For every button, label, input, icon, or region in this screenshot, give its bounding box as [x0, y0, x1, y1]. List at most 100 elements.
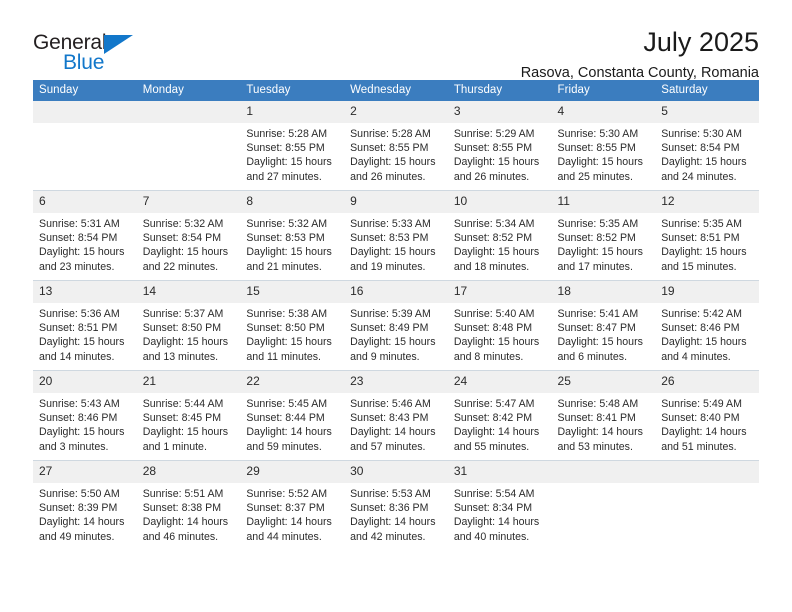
- calendar-day-cell[interactable]: 16 Sunrise: 5:39 AM Sunset: 8:49 PM Dayligh…: [344, 280, 448, 371]
- calendar-day-cell[interactable]: 26 Sunrise: 5:49 AM Sunset: 8:40 PM Dayligh…: [655, 370, 759, 461]
- calendar-day-cell[interactable]: 6 Sunrise: 5:31 AM Sunset: 8:54 PM Daylight…: [33, 190, 137, 281]
- calendar-week-row: 13 Sunrise: 5:36 AM Sunset: 8:51 PM Dayligh…: [33, 280, 759, 371]
- day-number: 11: [551, 191, 656, 213]
- daylight-text-line1: Daylight: 14 hours: [453, 516, 540, 529]
- day-number: 1: [240, 101, 345, 123]
- calendar-day-cell[interactable]: 10 Sunrise: 5:34 AM Sunset: 8:52 PM Dayligh…: [447, 190, 552, 281]
- day-number: 20: [33, 371, 137, 393]
- day-number: 15: [240, 281, 345, 303]
- daylight-text-line1: Daylight: 15 hours: [246, 156, 332, 169]
- logo-text-blue: Blue: [63, 51, 105, 74]
- sunrise-text: Sunrise: 5:50 AM: [39, 488, 120, 500]
- calendar-day-cell[interactable]: 8 Sunrise: 5:32 AM Sunset: 8:53 PM Daylight…: [240, 190, 345, 281]
- calendar-day-cell[interactable]: 31 Sunrise: 5:54 AM Sunset: 8:34 PM Dayligh…: [447, 460, 552, 550]
- daylight-text-line1: Daylight: 14 hours: [350, 426, 436, 439]
- calendar-day-cell-empty: [655, 460, 759, 550]
- calendar-day-cell[interactable]: 3 Sunrise: 5:29 AM Sunset: 8:55 PM Daylight…: [447, 101, 552, 191]
- calendar-day-cell[interactable]: 1 Sunrise: 5:28 AM Sunset: 8:55 PM Daylight…: [240, 101, 345, 191]
- calendar-day-cell[interactable]: 21 Sunrise: 5:44 AM Sunset: 8:45 PM Dayligh…: [136, 370, 241, 461]
- daylight-text-line1: Daylight: 15 hours: [350, 246, 436, 259]
- daylight-text-line2: and 23 minutes.: [39, 260, 115, 273]
- sunrise-text: Sunrise: 5:49 AM: [661, 398, 742, 410]
- daylight-text-line1: Daylight: 15 hours: [557, 246, 643, 259]
- calendar-day-cell[interactable]: 14 Sunrise: 5:37 AM Sunset: 8:50 PM Dayligh…: [136, 280, 241, 371]
- page-title: July 2025: [643, 27, 759, 57]
- day-number: [136, 101, 241, 123]
- day-sun-info: Sunrise: 5:29 AM Sunset: 8:55 PM Daylight:…: [448, 123, 552, 184]
- day-number: 22: [240, 371, 345, 393]
- sunset-text: Sunset: 8:52 PM: [557, 232, 636, 245]
- sunrise-text: Sunrise: 5:36 AM: [39, 308, 120, 320]
- sunset-text: Sunset: 8:55 PM: [453, 142, 533, 155]
- day-sun-info: Sunrise: 5:46 AM Sunset: 8:43 PM Daylight:…: [344, 393, 448, 454]
- generalblue-logo[interactable]: General Blue: [33, 28, 153, 74]
- sunrise-text: Sunrise: 5:28 AM: [350, 128, 431, 140]
- day-number: 6: [33, 191, 137, 213]
- weekday-header-friday: Friday: [551, 80, 656, 101]
- day-number: 21: [136, 371, 241, 393]
- sunrise-text: Sunrise: 5:52 AM: [246, 488, 328, 500]
- weekday-header-sunday: Sunday: [33, 80, 137, 101]
- calendar-day-cell[interactable]: 5 Sunrise: 5:30 AM Sunset: 8:54 PM Daylight…: [655, 101, 759, 191]
- daylight-text-line2: and 22 minutes.: [142, 260, 219, 273]
- calendar-day-cell[interactable]: 22 Sunrise: 5:45 AM Sunset: 8:44 PM Dayligh…: [240, 370, 345, 461]
- daylight-text-line1: Daylight: 14 hours: [350, 516, 436, 529]
- daylight-text-line2: and 14 minutes.: [39, 350, 115, 363]
- calendar-day-cell-empty: [33, 101, 137, 191]
- calendar-day-cell[interactable]: 12 Sunrise: 5:35 AM Sunset: 8:51 PM Dayligh…: [655, 190, 759, 281]
- sunrise-text: Sunrise: 5:33 AM: [350, 218, 431, 230]
- day-number: 25: [551, 371, 656, 393]
- daylight-text-line1: Daylight: 15 hours: [661, 246, 747, 259]
- calendar-day-cell[interactable]: 4 Sunrise: 5:30 AM Sunset: 8:55 PM Daylight…: [551, 101, 656, 191]
- calendar-day-cell[interactable]: 29 Sunrise: 5:52 AM Sunset: 8:37 PM Dayligh…: [240, 460, 345, 550]
- calendar-page: General Blue July 2025 Rasova, Constanta…: [0, 0, 792, 612]
- calendar-day-cell[interactable]: 18 Sunrise: 5:41 AM Sunset: 8:47 PM Dayligh…: [551, 280, 656, 371]
- page-subtitle: Rasova, Constanta County, Romania: [520, 65, 759, 82]
- calendar-day-cell[interactable]: 19 Sunrise: 5:42 AM Sunset: 8:46 PM Dayligh…: [655, 280, 759, 371]
- day-number: 30: [344, 461, 448, 483]
- calendar-day-cell[interactable]: 28 Sunrise: 5:51 AM Sunset: 8:38 PM Dayligh…: [136, 460, 241, 550]
- calendar-day-cell[interactable]: 17 Sunrise: 5:40 AM Sunset: 8:48 PM Dayligh…: [447, 280, 552, 371]
- calendar-day-cell[interactable]: 20 Sunrise: 5:43 AM Sunset: 8:46 PM Dayligh…: [33, 370, 137, 461]
- sunset-text: Sunset: 8:51 PM: [39, 322, 118, 335]
- calendar-week-row: 6 Sunrise: 5:31 AM Sunset: 8:54 PM Daylight…: [33, 190, 759, 281]
- calendar-day-cell[interactable]: 2 Sunrise: 5:28 AM Sunset: 8:55 PM Daylight…: [344, 101, 448, 191]
- calendar-day-cell[interactable]: 30 Sunrise: 5:53 AM Sunset: 8:36 PM Dayligh…: [344, 460, 448, 550]
- sunrise-text: Sunrise: 5:40 AM: [453, 308, 535, 320]
- calendar-day-cell[interactable]: 15 Sunrise: 5:38 AM Sunset: 8:50 PM Dayligh…: [240, 280, 345, 371]
- day-sun-info: Sunrise: 5:50 AM Sunset: 8:39 PM Daylight:…: [33, 483, 137, 544]
- calendar-day-cell[interactable]: 11 Sunrise: 5:35 AM Sunset: 8:52 PM Dayligh…: [551, 190, 656, 281]
- calendar-day-cell[interactable]: 24 Sunrise: 5:47 AM Sunset: 8:42 PM Dayligh…: [447, 370, 552, 461]
- sunrise-text: Sunrise: 5:38 AM: [246, 308, 328, 320]
- sunset-text: Sunset: 8:38 PM: [142, 502, 222, 515]
- day-number: 28: [136, 461, 241, 483]
- daylight-text-line1: Daylight: 15 hours: [39, 336, 125, 349]
- daylight-text-line2: and 26 minutes.: [350, 170, 426, 183]
- sunrise-text: Sunrise: 5:35 AM: [661, 218, 742, 230]
- calendar-day-cell[interactable]: 13 Sunrise: 5:36 AM Sunset: 8:51 PM Dayligh…: [33, 280, 137, 371]
- calendar-day-cell[interactable]: 27 Sunrise: 5:50 AM Sunset: 8:39 PM Dayligh…: [33, 460, 137, 550]
- sunrise-text: Sunrise: 5:37 AM: [142, 308, 224, 320]
- day-number: 4: [551, 101, 656, 123]
- sunrise-text: Sunrise: 5:41 AM: [557, 308, 639, 320]
- day-sun-info: Sunrise: 5:38 AM Sunset: 8:50 PM Daylight:…: [240, 303, 344, 364]
- day-number: 8: [240, 191, 345, 213]
- daylight-text-line2: and 51 minutes.: [661, 440, 737, 453]
- daylight-text-line1: Daylight: 15 hours: [142, 246, 229, 259]
- daylight-text-line2: and 27 minutes.: [246, 170, 322, 183]
- sunrise-text: Sunrise: 5:45 AM: [246, 398, 328, 410]
- daylight-text-line1: Daylight: 15 hours: [661, 156, 747, 169]
- day-number: [551, 461, 656, 483]
- calendar-day-cell[interactable]: 23 Sunrise: 5:46 AM Sunset: 8:43 PM Dayligh…: [344, 370, 448, 461]
- calendar-day-cell[interactable]: 25 Sunrise: 5:48 AM Sunset: 8:41 PM Dayligh…: [551, 370, 656, 461]
- daylight-text-line2: and 4 minutes.: [661, 350, 731, 363]
- daylight-text-line2: and 26 minutes.: [453, 170, 530, 183]
- sunset-text: Sunset: 8:46 PM: [39, 412, 118, 425]
- daylight-text-line2: and 18 minutes.: [453, 260, 530, 273]
- calendar-day-cell-empty: [136, 101, 241, 191]
- day-sun-info: Sunrise: 5:45 AM Sunset: 8:44 PM Daylight:…: [240, 393, 344, 454]
- daylight-text-line2: and 8 minutes.: [453, 350, 524, 363]
- sunrise-text: Sunrise: 5:30 AM: [661, 128, 742, 140]
- calendar-day-cell[interactable]: 7 Sunrise: 5:32 AM Sunset: 8:54 PM Daylight…: [136, 190, 241, 281]
- calendar-day-cell[interactable]: 9 Sunrise: 5:33 AM Sunset: 8:53 PM Daylight…: [344, 190, 448, 281]
